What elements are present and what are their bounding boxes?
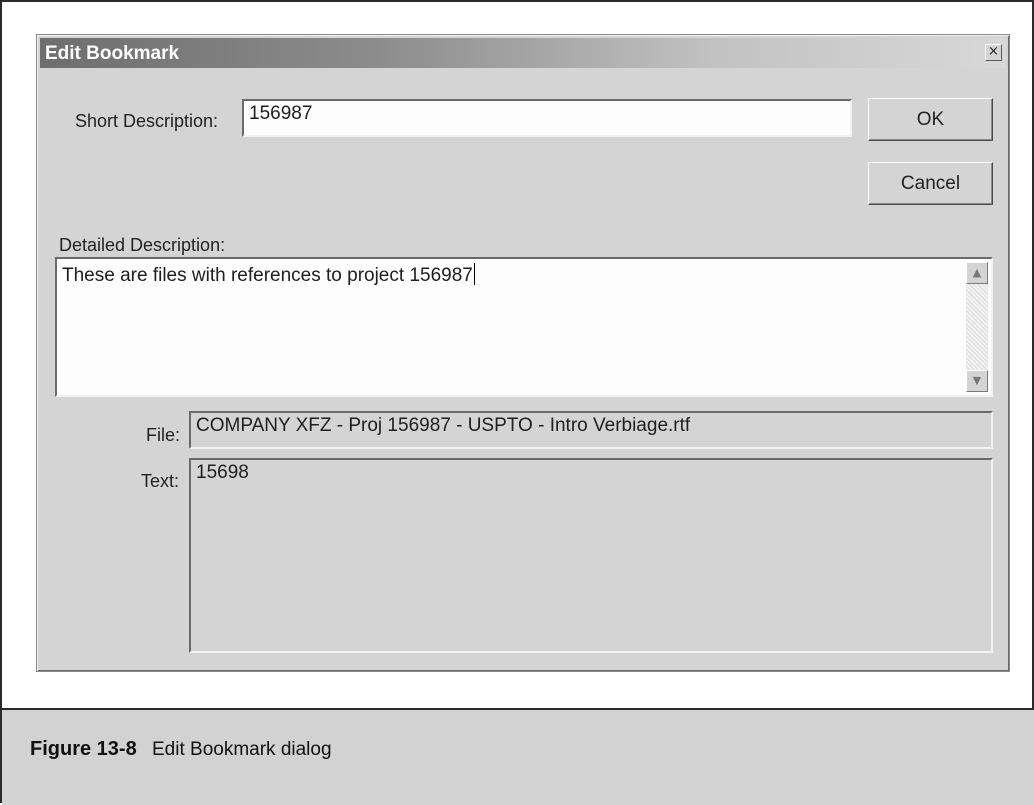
file-label: File: xyxy=(146,425,181,445)
title-bar[interactable]: Edit Bookmark × xyxy=(40,38,1006,68)
short-description-input[interactable]: 156987 xyxy=(242,99,852,137)
text-label: Text: xyxy=(141,471,180,491)
short-description-value: 156987 xyxy=(249,103,313,124)
figure-caption: Figure 13-8 Edit Bookmark dialog xyxy=(2,708,1034,805)
ok-button[interactable]: OK xyxy=(868,98,993,141)
file-field: COMPANY XFZ - Proj 156987 - USPTO - Intr… xyxy=(189,411,993,449)
file-value: COMPANY XFZ - Proj 156987 - USPTO - Intr… xyxy=(196,415,691,436)
close-button[interactable]: × xyxy=(985,44,1002,61)
scroll-down-arrow-icon[interactable]: ▼ xyxy=(966,370,988,392)
cancel-button[interactable]: Cancel xyxy=(868,162,993,205)
figure-title: Edit Bookmark dialog xyxy=(152,739,332,760)
dialog-title: Edit Bookmark xyxy=(45,43,180,64)
text-field: 15698 xyxy=(189,458,993,653)
edit-bookmark-dialog: Edit Bookmark × Short Description: 15698… xyxy=(36,34,1010,672)
text-value: 15698 xyxy=(196,462,249,483)
close-icon: × xyxy=(988,44,999,59)
vertical-scrollbar[interactable]: ▲ ▼ xyxy=(966,262,988,392)
detailed-description-label: Detailed Description: xyxy=(59,235,226,255)
short-description-label: Short Description: xyxy=(75,111,219,131)
detailed-description-value: These are files with references to proje… xyxy=(62,265,473,286)
text-caret xyxy=(473,263,475,285)
figure-frame: Edit Bookmark × Short Description: 15698… xyxy=(0,0,1034,805)
figure-number: Figure 13-8 xyxy=(30,738,137,760)
scroll-up-arrow-icon[interactable]: ▲ xyxy=(966,262,988,284)
detailed-description-textarea[interactable]: These are files with references to proje… xyxy=(55,257,993,397)
